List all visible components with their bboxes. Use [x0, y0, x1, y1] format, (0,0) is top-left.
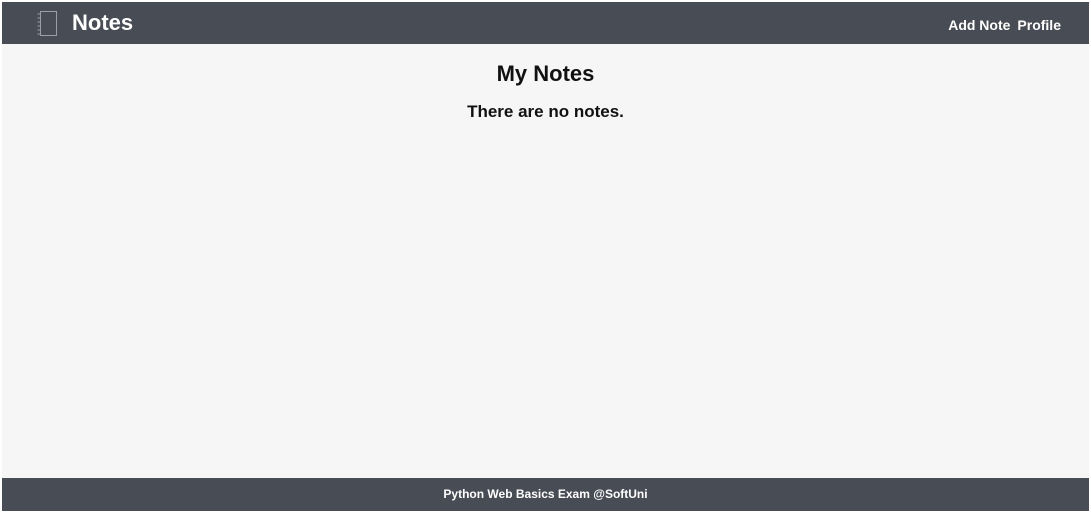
app-frame: Notes Add Note Profile My Notes There ar… — [2, 2, 1089, 511]
empty-notes-message: There are no notes. — [467, 102, 624, 121]
page-footer: Python Web Basics Exam @SoftUni — [2, 478, 1089, 511]
nav-links: Add Note Profile — [948, 16, 1061, 34]
top-navbar: Notes Add Note Profile — [2, 2, 1089, 44]
footer-text: Python Web Basics Exam @SoftUni — [443, 487, 648, 501]
add-note-link[interactable]: Add Note — [948, 16, 1010, 34]
main-content: My Notes There are no notes. — [2, 44, 1089, 478]
notebook-icon[interactable] — [36, 11, 58, 36]
brand-title[interactable]: Notes — [72, 10, 133, 36]
page-title: My Notes — [496, 61, 595, 86]
profile-link[interactable]: Profile — [1017, 16, 1061, 34]
